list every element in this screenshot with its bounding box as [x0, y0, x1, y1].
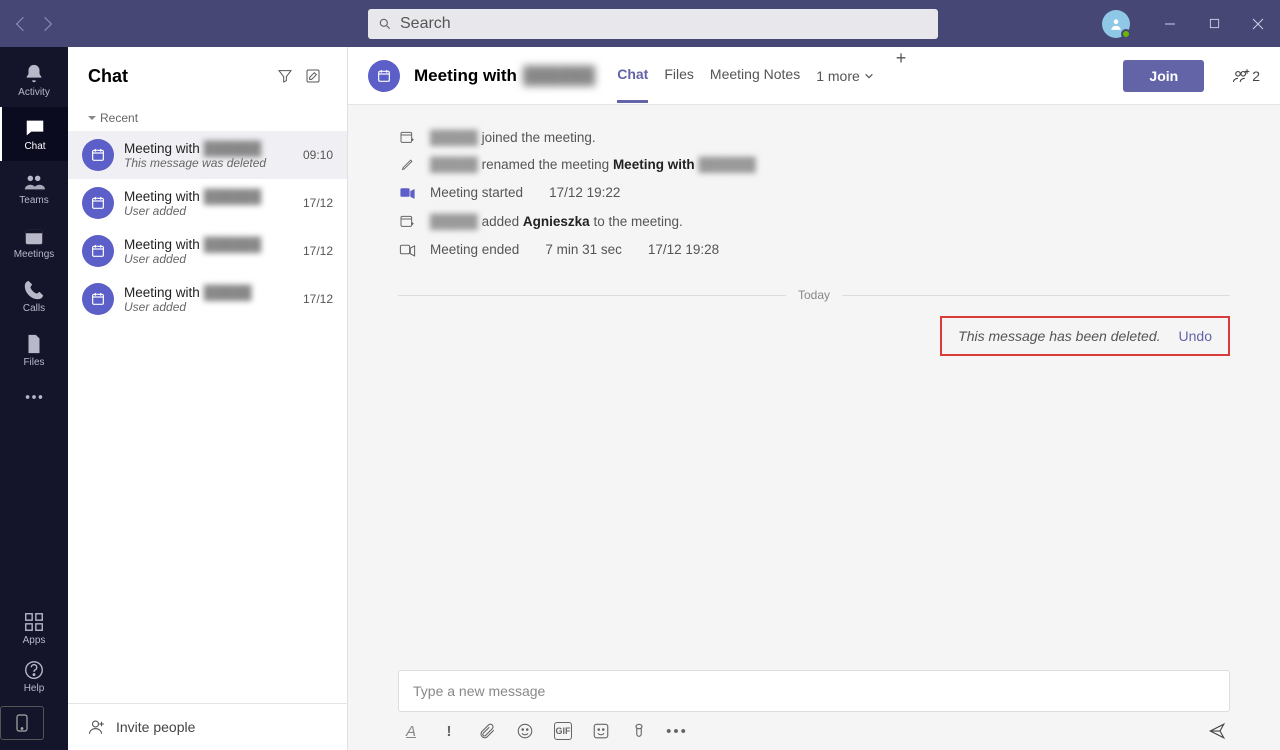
chat-main: Meeting with ██████ Chat Files Meeting N… — [348, 47, 1280, 750]
date-separator: Today — [398, 288, 1230, 302]
new-chat-button[interactable] — [299, 62, 327, 90]
video-off-icon — [398, 241, 416, 258]
tab-more[interactable]: 1 more — [816, 48, 874, 103]
sticker-icon[interactable] — [592, 722, 610, 740]
meeting-icon — [82, 187, 114, 219]
add-tab-button[interactable]: + — [890, 48, 913, 103]
deleted-message-notice: This message has been deleted. Undo — [940, 316, 1230, 356]
section-recent[interactable]: Recent — [68, 105, 347, 131]
chat-list-item[interactable]: Meeting with ██████ User added 17/12 — [68, 179, 347, 227]
file-icon — [23, 333, 45, 355]
gif-button[interactable]: GIF — [554, 722, 572, 740]
undo-button[interactable]: Undo — [1179, 328, 1212, 344]
chat-icon — [24, 117, 46, 139]
apps-icon — [23, 611, 45, 633]
rail-activity[interactable]: Activity — [0, 53, 68, 107]
chat-list-panel: Chat Recent Meeting with ██████ This mes… — [68, 47, 348, 750]
mobile-icon — [16, 714, 28, 732]
rail-chat[interactable]: Chat — [0, 107, 68, 161]
tab-chat[interactable]: Chat — [617, 48, 648, 103]
chat-list-item[interactable]: Meeting with ██████ This message was del… — [68, 131, 347, 179]
tab-files[interactable]: Files — [664, 48, 694, 103]
meeting-now-icon[interactable] — [630, 722, 648, 740]
send-icon[interactable] — [1208, 722, 1226, 740]
rail-apps[interactable]: Apps — [0, 604, 68, 652]
rail-files[interactable]: Files — [0, 323, 68, 377]
meeting-icon — [368, 60, 400, 92]
rail-meetings[interactable]: Meetings — [0, 215, 68, 269]
chat-list-item[interactable]: Meeting with █████ User added 17/12 — [68, 275, 347, 323]
message-input[interactable]: Type a new message — [398, 670, 1230, 712]
people-add-icon — [1232, 67, 1250, 85]
join-button[interactable]: Join — [1123, 60, 1204, 92]
priority-button[interactable]: ! — [440, 722, 458, 740]
window-close-button[interactable] — [1236, 0, 1280, 47]
meeting-icon — [82, 283, 114, 315]
window-maximize-button[interactable] — [1192, 0, 1236, 47]
window-minimize-button[interactable] — [1148, 0, 1192, 47]
filter-button[interactable] — [271, 62, 299, 90]
more-icon — [23, 386, 45, 408]
compose-icon — [305, 68, 321, 84]
more-actions-button[interactable]: ••• — [668, 722, 686, 740]
invite-icon — [88, 718, 106, 736]
nav-back-icon[interactable] — [16, 16, 30, 30]
bell-icon — [23, 63, 45, 85]
rail-calls[interactable]: Calls — [0, 269, 68, 323]
invite-people-button[interactable]: Invite people — [68, 703, 347, 750]
participants-button[interactable]: 2 — [1232, 67, 1260, 85]
format-button[interactable]: A — [402, 722, 420, 740]
filter-icon — [277, 68, 293, 84]
rail-teams[interactable]: Teams — [0, 161, 68, 215]
rail-mobile[interactable] — [0, 706, 44, 740]
profile-avatar[interactable] — [1102, 10, 1130, 38]
pencil-icon — [398, 157, 416, 172]
search-icon — [378, 17, 392, 31]
meeting-icon — [82, 235, 114, 267]
titlebar: Search — [0, 0, 1280, 47]
chat-list-item[interactable]: Meeting with ██████ User added 17/12 — [68, 227, 347, 275]
message-feed: █████ joined the meeting. █████ renamed … — [348, 105, 1280, 656]
teams-icon — [23, 171, 45, 193]
calendar-icon — [23, 225, 45, 247]
rail-help[interactable]: Help — [0, 652, 68, 700]
meeting-icon — [82, 139, 114, 171]
rail-more[interactable] — [0, 377, 68, 417]
search-input[interactable]: Search — [368, 9, 938, 39]
emoji-icon[interactable] — [516, 722, 534, 740]
video-icon — [398, 184, 416, 201]
tab-meeting-notes[interactable]: Meeting Notes — [710, 48, 800, 103]
phone-icon — [23, 279, 45, 301]
chat-header: Meeting with ██████ Chat Files Meeting N… — [348, 47, 1280, 105]
search-placeholder: Search — [400, 15, 451, 33]
nav-forward-icon[interactable] — [38, 16, 52, 30]
attachment-icon[interactable] — [478, 722, 496, 740]
chevron-down-icon — [864, 71, 874, 81]
app-rail: Activity Chat Teams Meetings Calls Files — [0, 47, 68, 750]
help-icon — [23, 659, 45, 681]
calendar-add-icon — [398, 213, 416, 229]
chat-title: Meeting with ██████ — [414, 66, 595, 86]
presence-indicator — [1121, 29, 1131, 39]
calendar-add-icon — [398, 129, 416, 145]
chatlist-title: Chat — [88, 66, 271, 87]
